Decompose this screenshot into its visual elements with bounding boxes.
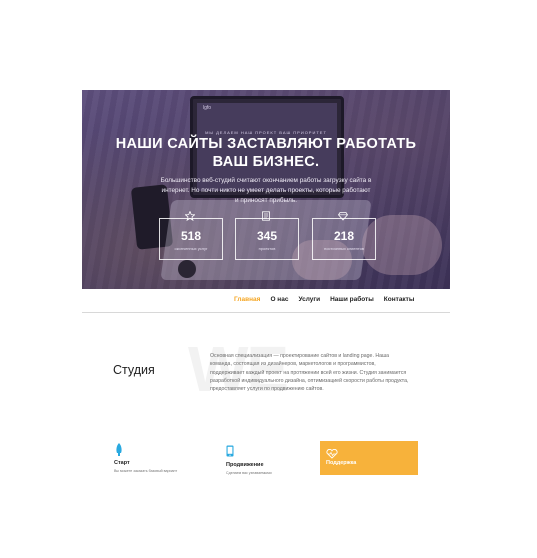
stat-box: 218 постоянных клиентов bbox=[312, 218, 376, 260]
card-title: Старт bbox=[114, 460, 130, 466]
section-title: Студия bbox=[113, 363, 155, 377]
section-description: Основная специализация — проектирование … bbox=[210, 353, 409, 393]
nav-divider bbox=[82, 312, 450, 313]
headline-line: ВАШ БИЗНЕС. bbox=[212, 154, 320, 170]
service-card-highlight[interactable]: Поддержка bbox=[320, 441, 418, 475]
card-subtitle: Сделаем вас узнаваемыми bbox=[226, 471, 272, 475]
stat-value: 518 bbox=[180, 229, 202, 243]
watch-image bbox=[178, 260, 196, 278]
main-nav: Главная О нас Услуги Наши работы Контакт… bbox=[234, 296, 414, 303]
stat-value: 218 bbox=[333, 229, 355, 243]
card-title: Продвижение bbox=[226, 462, 264, 468]
laptop-logo: lgfo bbox=[203, 105, 212, 111]
hero-section: lgfo МЫ ДЕЛАЕМ НАШ ПРОЕКТ ВАШ ПРИОРИТЕТ … bbox=[82, 90, 450, 289]
stat-label: проектов bbox=[258, 246, 276, 251]
stat-value: 345 bbox=[256, 229, 278, 243]
mobile-icon bbox=[226, 444, 234, 462]
nav-item-services[interactable]: Услуги bbox=[298, 296, 320, 303]
stat-box: 345 проектов bbox=[235, 218, 299, 260]
nav-item-works[interactable]: Наши работы bbox=[330, 296, 374, 303]
nav-item-about[interactable]: О нас bbox=[270, 296, 288, 303]
card-title: Поддержка bbox=[326, 460, 357, 466]
stat-box: 518 оконченных услуг bbox=[159, 218, 223, 260]
card-subtitle: Вы можете заказать базовый вариант bbox=[114, 469, 178, 473]
nav-item-contacts[interactable]: Контакты bbox=[384, 296, 415, 303]
nav-item-home[interactable]: Главная bbox=[234, 296, 260, 303]
hero-lead-text: Большинство веб-студий считают окончание… bbox=[160, 177, 372, 204]
headline-line: НАШИ САЙТЫ ЗАСТАВЛЯЮТ РАБОТАТЬ bbox=[115, 136, 417, 152]
stat-label: постоянных клиентов bbox=[324, 246, 364, 251]
stat-label: оконченных услуг bbox=[174, 246, 208, 251]
hero-headline: НАШИ САЙТЫ ЗАСТАВЛЯЮТ РАБОТАТЬ ВАШ БИЗНЕ… bbox=[82, 135, 450, 171]
